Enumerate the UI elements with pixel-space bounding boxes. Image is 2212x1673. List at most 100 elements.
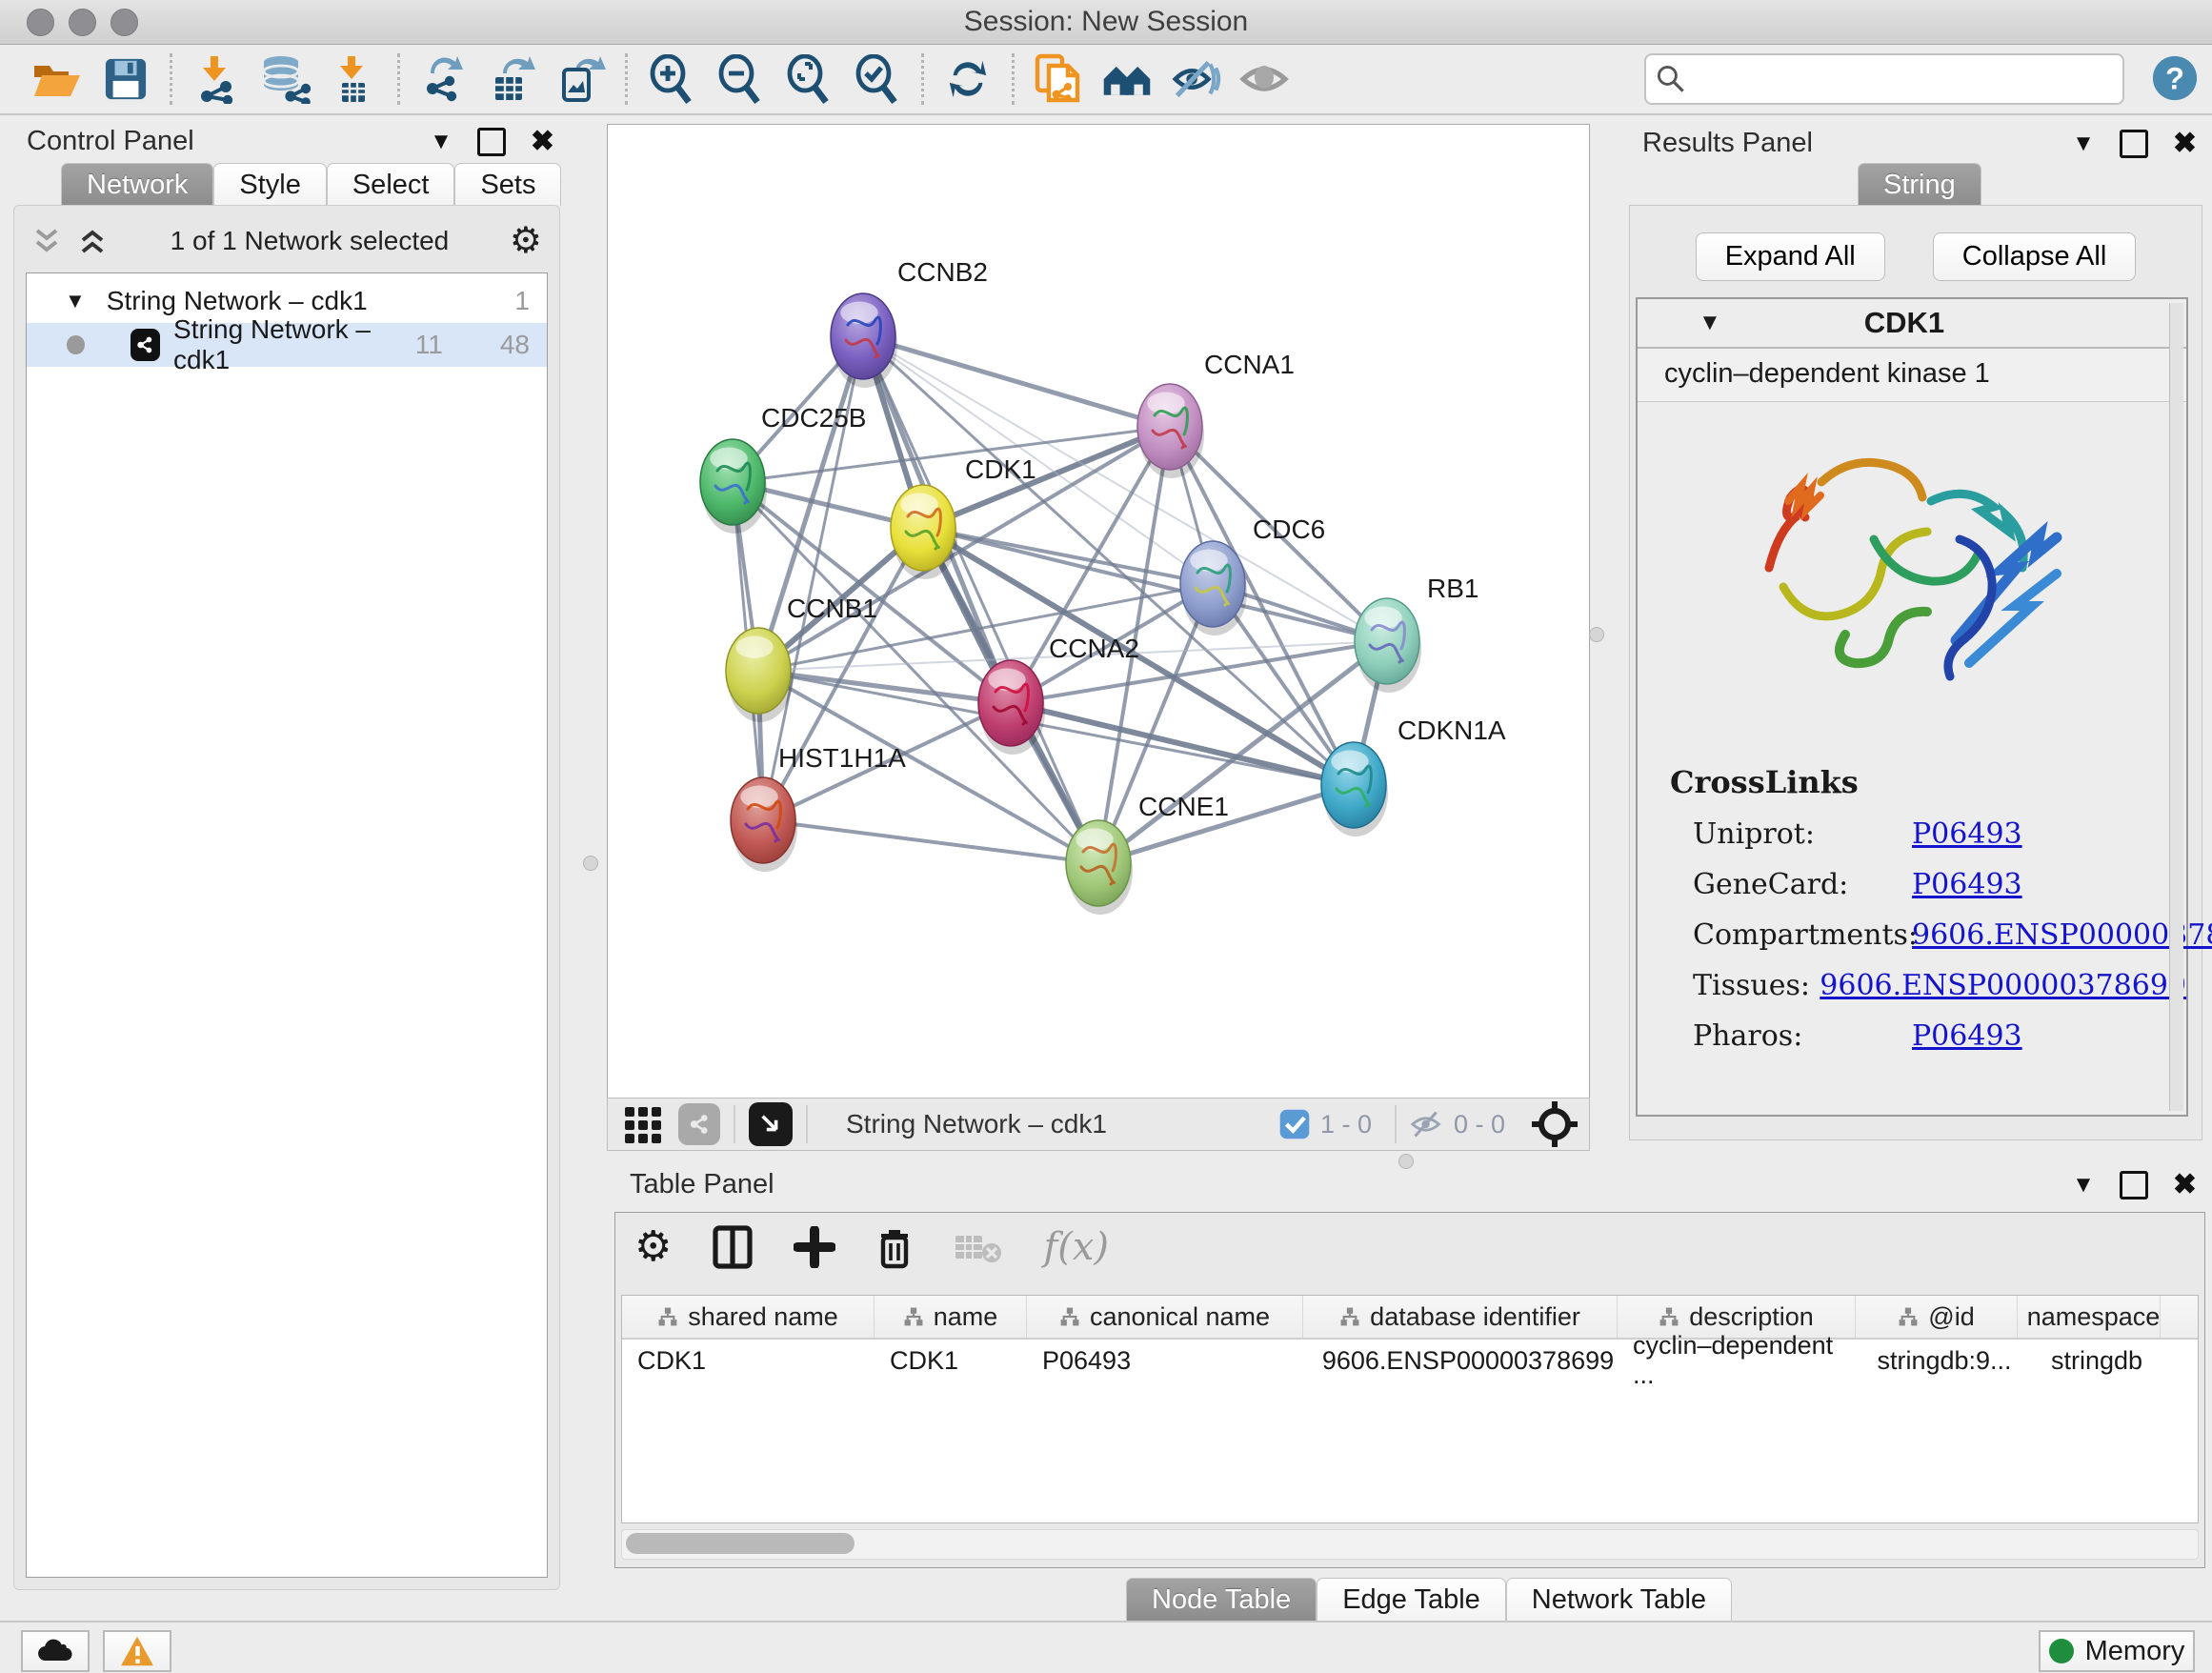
column-header-canonical-name[interactable]: canonical name — [1027, 1296, 1303, 1338]
fit-selected-crosshair-icon[interactable] — [1530, 1099, 1579, 1149]
tab-edge-table[interactable]: Edge Table — [1317, 1578, 1506, 1621]
zoom-out-button[interactable] — [706, 49, 774, 110]
float-panel-icon[interactable] — [2120, 130, 2148, 158]
expand-all-button[interactable]: Expand All — [1696, 232, 1885, 281]
search-input[interactable] — [1696, 64, 2122, 95]
table-cell[interactable]: 9606.ENSP00000378699 — [1303, 1340, 1618, 1381]
hide-selected-button[interactable] — [1161, 49, 1230, 110]
import-table-file-button[interactable] — [319, 49, 388, 110]
cloud-status-button[interactable] — [21, 1630, 90, 1672]
show-columns-icon[interactable] — [712, 1224, 754, 1270]
network-node-cdkn1a[interactable]: CDKN1A — [1321, 716, 1506, 836]
panel-menu-icon[interactable]: ▼ — [430, 129, 452, 155]
network-options-gear-icon[interactable]: ⚙ — [510, 219, 542, 262]
panel-menu-icon[interactable]: ▼ — [2072, 131, 2095, 157]
splitter-handle-right[interactable] — [1589, 627, 1604, 642]
collection-expand-icon[interactable]: ▼ — [65, 289, 86, 313]
export-network-button[interactable] — [410, 49, 478, 110]
network-view-canvas[interactable]: CCNB2CCNA1CDC25BCDK1CDC6RB1CCNB1CCNA2CDK… — [607, 124, 1590, 1099]
column-header-name[interactable]: name — [875, 1296, 1027, 1338]
warning-status-button[interactable] — [103, 1630, 171, 1672]
refresh-layout-button[interactable] — [934, 49, 1002, 110]
network-node-ccne1[interactable]: CCNE1 — [1066, 792, 1229, 915]
column-header-database-identifier[interactable]: database identifier — [1303, 1296, 1618, 1338]
table-cell[interactable]: CDK1 — [875, 1340, 1027, 1381]
network-node-ccna1[interactable]: CCNA1 — [1137, 350, 1295, 478]
results-scrollbar[interactable] — [2169, 303, 2183, 1111]
tab-string[interactable]: String — [1858, 163, 1981, 206]
splitter-handle-left[interactable] — [583, 856, 598, 871]
delete-column-trash-icon[interactable] — [875, 1224, 914, 1270]
expand-all-chevron-icon[interactable] — [77, 227, 110, 255]
column-header-namespace[interactable]: namespace — [2018, 1296, 2161, 1338]
zoom-in-button[interactable] — [637, 49, 706, 110]
table-cell[interactable]: cyclin–dependent ... — [1618, 1340, 1856, 1381]
grid-mode-icon[interactable] — [623, 1103, 665, 1145]
save-session-button[interactable] — [91, 49, 160, 110]
close-panel-icon[interactable]: ✖ — [531, 125, 554, 158]
export-image-button[interactable] — [547, 49, 615, 110]
tab-select[interactable]: Select — [327, 163, 455, 206]
table-options-gear-icon[interactable]: ⚙ — [634, 1222, 672, 1271]
first-neighbors-button[interactable] — [1093, 49, 1161, 110]
column-header--id[interactable]: @id — [1856, 1296, 2018, 1338]
column-header-shared-name[interactable]: shared name — [622, 1296, 875, 1338]
table-cell[interactable]: P06493 — [1027, 1340, 1303, 1381]
network-edge-ccna2-cdkn1a[interactable] — [1011, 703, 1354, 785]
network-edge-ccnb2-ccna1[interactable] — [863, 336, 1170, 427]
network-edge-hist1h1a-ccne1[interactable] — [763, 820, 1098, 863]
tab-node-table[interactable]: Node Table — [1126, 1578, 1317, 1621]
create-column-plus-icon[interactable] — [794, 1226, 835, 1268]
selected-checkbox-icon[interactable] — [1278, 1108, 1311, 1140]
tab-network-table[interactable]: Network Table — [1506, 1578, 1732, 1621]
crosslink-link[interactable]: 9606.ENSP00000378699 — [1912, 918, 2212, 952]
tab-sets[interactable]: Sets — [454, 163, 561, 206]
show-all-button[interactable] — [1230, 49, 1298, 110]
help-button[interactable]: ? — [2151, 54, 2199, 107]
network-node-rb1[interactable]: RB1 — [1355, 574, 1478, 693]
table-row[interactable]: CDK1CDK1P064939606.ENSP00000378699cyclin… — [622, 1340, 2198, 1381]
network-mode-icon[interactable] — [678, 1103, 720, 1145]
crosslink-link[interactable]: 9606.ENSP00000378699 — [1820, 969, 2186, 1002]
float-panel-icon[interactable] — [2120, 1171, 2148, 1199]
crosslink-link[interactable]: P06493 — [1912, 1019, 2022, 1053]
entry-collapse-icon[interactable]: ▼ — [1699, 310, 1721, 336]
open-session-button[interactable] — [23, 49, 91, 110]
close-panel-icon[interactable]: ✖ — [2173, 127, 2197, 160]
window-minimize-button[interactable] — [69, 9, 96, 36]
float-panel-icon[interactable] — [477, 128, 506, 156]
attribute-icon — [903, 1306, 924, 1327]
table-cell[interactable]: stringdb — [2018, 1340, 2161, 1381]
panel-menu-icon[interactable]: ▼ — [2072, 1172, 2095, 1199]
memory-button[interactable]: Memory — [2039, 1630, 2195, 1672]
window-close-button[interactable] — [27, 9, 54, 36]
window-zoom-button[interactable] — [111, 9, 138, 36]
crosslink-link[interactable]: P06493 — [1912, 868, 2022, 901]
zoom-selected-button[interactable] — [843, 49, 912, 110]
table-cell[interactable]: CDK1 — [622, 1340, 875, 1381]
hidden-eye-icon[interactable] — [1410, 1109, 1444, 1139]
network-row[interactable]: String Network – cdk1 11 48 — [27, 323, 547, 367]
tab-network[interactable]: Network — [61, 163, 213, 206]
attribute-icon — [1059, 1306, 1080, 1327]
crosslink-link[interactable]: P06493 — [1912, 817, 2022, 851]
network-edge-ccnb1-ccna2[interactable] — [758, 671, 1011, 703]
import-table-icon — [329, 54, 378, 104]
birds-eye-view-icon[interactable] — [749, 1102, 793, 1146]
export-table-button[interactable] — [478, 49, 547, 110]
import-network-file-button[interactable] — [182, 49, 251, 110]
table-horizontal-scrollbar[interactable] — [621, 1529, 2199, 1560]
network-edge-ccnb2-ccne1[interactable] — [863, 336, 1098, 863]
close-panel-icon[interactable]: ✖ — [2173, 1168, 2197, 1201]
tab-style[interactable]: Style — [213, 163, 326, 206]
network-edge-ccnb2-rb1[interactable] — [863, 336, 1387, 641]
scrollbar-thumb[interactable] — [626, 1533, 855, 1554]
collapse-all-button[interactable]: Collapse All — [1933, 232, 2137, 281]
protein-structure-image[interactable] — [1731, 425, 2093, 739]
table-cell[interactable]: stringdb:9... — [1856, 1340, 2018, 1381]
import-network-database-button[interactable] — [251, 49, 319, 110]
zoom-fit-button[interactable] — [774, 49, 843, 110]
duplicate-network-button[interactable] — [1024, 49, 1093, 110]
collapse-all-chevron-icon[interactable] — [31, 227, 64, 255]
control-panel: Control Panel ▼ ✖ Network Style Select S… — [0, 113, 572, 1619]
